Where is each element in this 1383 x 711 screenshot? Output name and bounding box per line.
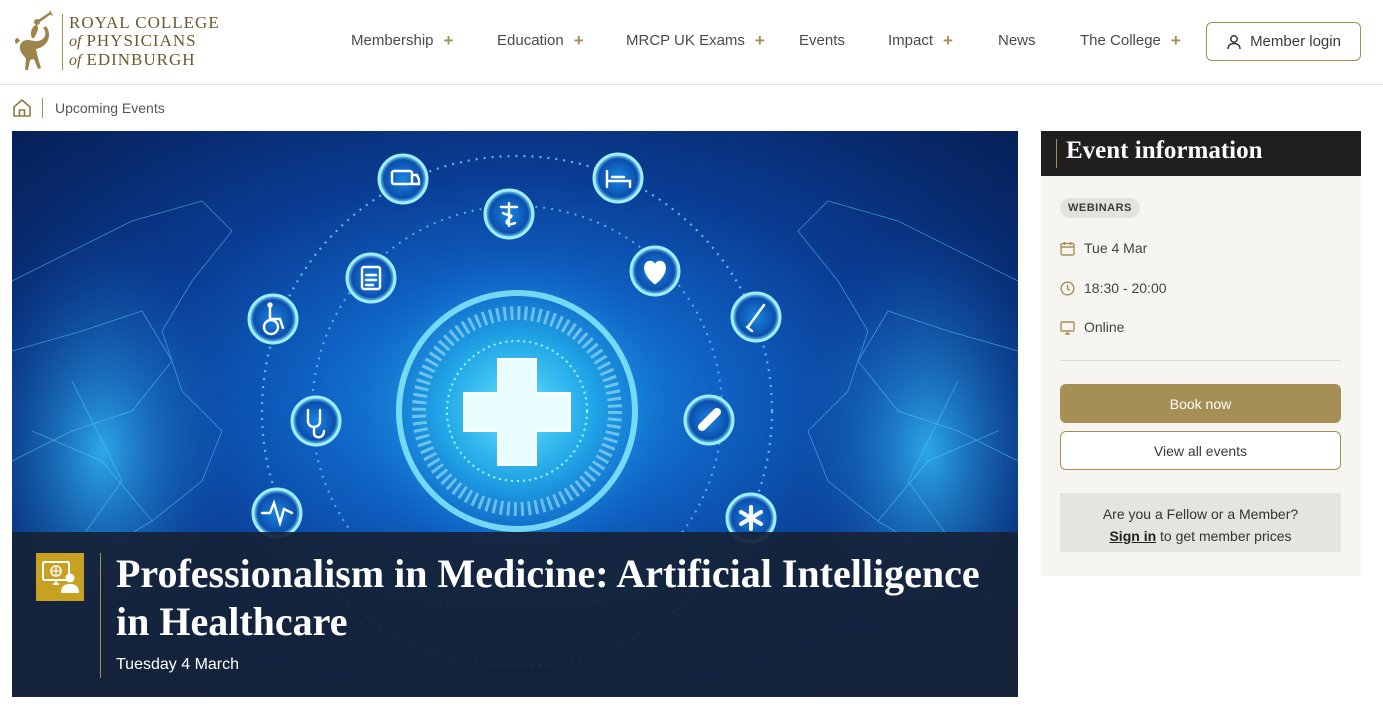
view-all-events-button[interactable]: View all events (1060, 431, 1341, 470)
site-header: ROYAL COLLEGE of PHYSICIANS of EDINBURGH M… (0, 0, 1383, 85)
webinar-screen-icon (42, 561, 79, 593)
nav-label: Impact (888, 32, 934, 49)
expand-plus-icon: + (1170, 31, 1181, 50)
nav-item-events[interactable]: Events (799, 32, 845, 49)
logo-of-1: of (69, 33, 82, 50)
event-date: Tuesday 4 March (116, 656, 240, 673)
member-prices-notice: Are you a Fellow or a Member? Sign in to… (1060, 493, 1341, 552)
nav-item-the-college[interactable]: The College + (1080, 32, 1181, 49)
event-time-value: 18:30 - 20:00 (1084, 280, 1167, 296)
caption-divider (100, 553, 101, 678)
category-badge: WEBINARS (1060, 198, 1140, 218)
event-title: Professionalism in Medicine: Artificial … (116, 551, 980, 644)
logo-wordmark: ROYAL COLLEGE of PHYSICIANS of EDINBURGH (69, 14, 220, 70)
nav-item-mrcp-uk-exams[interactable]: MRCP UK Exams + (626, 32, 765, 49)
nav-label: Membership (351, 32, 434, 49)
member-sign-in-line: Sign in to get member prices (1060, 525, 1341, 547)
expand-plus-icon: + (573, 31, 584, 50)
event-location-value: Online (1084, 319, 1125, 335)
sign-in-link[interactable]: Sign in (1109, 528, 1156, 544)
breadcrumb-current[interactable]: Upcoming Events (55, 100, 165, 116)
nav-label: The College (1080, 32, 1161, 49)
expand-plus-icon: + (754, 31, 765, 50)
event-info-header: Event information (1041, 131, 1361, 176)
event-title-panel: Professionalism in Medicine: Artificial … (12, 532, 1018, 697)
nav-item-education[interactable]: Education + (497, 32, 584, 49)
logo-line-2: of PHYSICIANS (69, 32, 220, 51)
clock-icon (1060, 280, 1075, 296)
monitor-icon (1060, 320, 1075, 335)
member-question: Are you a Fellow or a Member? (1102, 506, 1299, 522)
event-info-heading: Event information (1066, 137, 1263, 164)
webinar-icon (36, 553, 84, 601)
member-login-label: Member login (1250, 33, 1341, 50)
nav-item-news[interactable]: News (998, 32, 1036, 49)
expand-plus-icon: + (443, 31, 454, 50)
sign-in-suffix: to get member prices (1160, 528, 1292, 544)
nav-item-impact[interactable]: Impact + (888, 32, 953, 49)
event-date-row: Tue 4 Mar (1060, 240, 1147, 256)
header-accent-line (1056, 139, 1057, 168)
member-login-button[interactable]: Member login (1206, 22, 1361, 61)
home-icon[interactable] (12, 98, 32, 118)
college-logo[interactable]: ROYAL COLLEGE of PHYSICIANS of EDINBURGH (10, 8, 220, 76)
nav-label: Education (497, 32, 564, 49)
user-icon (1227, 34, 1241, 49)
logo-line-1: ROYAL COLLEGE (69, 13, 220, 32)
event-date-value: Tue 4 Mar (1084, 240, 1148, 256)
expand-plus-icon: + (943, 31, 953, 50)
event-location-row: Online (1060, 319, 1124, 335)
logo-line-3: of EDINBURGH (69, 51, 220, 70)
event-info-panel: Event information WEBINARS Tue 4 Mar 18:… (1041, 131, 1361, 576)
nav-label: MRCP UK Exams (626, 32, 745, 49)
logo-of-2: of (69, 52, 82, 69)
event-hero: Professionalism in Medicine: Artificial … (12, 131, 1018, 697)
logo-physicians: PHYSICIANS (86, 31, 197, 50)
event-time-row: 18:30 - 20:00 (1060, 280, 1167, 296)
book-now-button[interactable]: Book now (1060, 384, 1341, 423)
calendar-icon (1060, 241, 1075, 256)
info-divider (1060, 360, 1341, 361)
nav-label: News (998, 32, 1036, 49)
nav-item-membership[interactable]: Membership + (351, 32, 453, 49)
breadcrumb-separator (42, 98, 43, 118)
breadcrumb: Upcoming Events (12, 97, 165, 119)
logo-edinburgh: EDINBURGH (86, 50, 196, 69)
logo-divider (62, 14, 63, 70)
horse-trumpeter-icon (14, 10, 53, 70)
nav-label: Events (799, 32, 845, 49)
